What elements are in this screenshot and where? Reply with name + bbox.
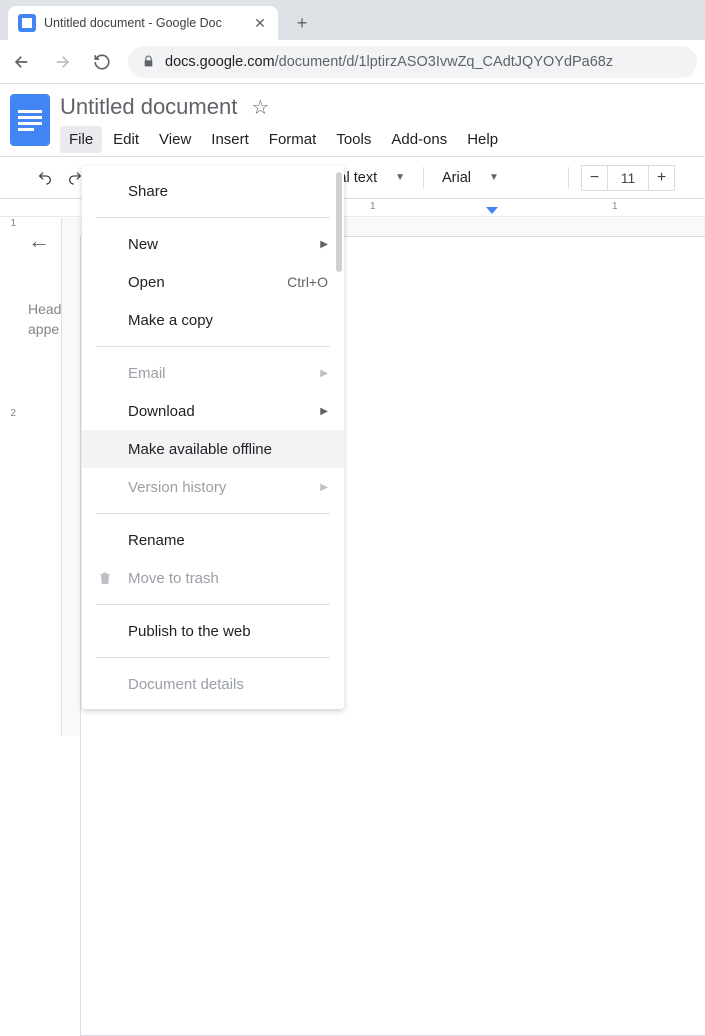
undo-icon xyxy=(36,170,54,186)
menu-item-version-history[interactable]: Version history▶ xyxy=(82,468,344,506)
chevron-down-icon: ▼ xyxy=(489,172,499,183)
menu-edit[interactable]: Edit xyxy=(104,126,148,153)
separator xyxy=(96,346,330,347)
font-size-value[interactable]: 11 xyxy=(608,170,648,186)
ruler-mark: 1 xyxy=(370,201,376,212)
menu-item-rename[interactable]: Rename xyxy=(82,521,344,559)
close-icon[interactable]: ✕ xyxy=(252,15,268,31)
doc-title[interactable]: Untitled document xyxy=(60,94,237,120)
chevron-down-icon: ▼ xyxy=(395,172,405,183)
vruler-mark xyxy=(0,313,16,408)
reload-button[interactable] xyxy=(88,48,116,76)
url-text: docs.google.com/document/d/1lptirzASO3Iv… xyxy=(165,54,613,70)
address-bar[interactable]: docs.google.com/document/d/1lptirzASO3Iv… xyxy=(128,46,697,78)
chevron-right-icon: ▶ xyxy=(320,239,328,250)
font-size-increase-button[interactable]: + xyxy=(648,166,674,190)
arrow-right-icon xyxy=(53,53,71,71)
menu-item-make-offline[interactable]: Make available offline xyxy=(82,430,344,468)
forward-button[interactable] xyxy=(48,48,76,76)
font-label: Arial xyxy=(442,170,471,186)
file-menu-dropdown: Share New▶ OpenCtrl+O Make a copy Email▶… xyxy=(82,166,344,709)
menu-bar: File Edit View Insert Format Tools Add-o… xyxy=(60,126,507,153)
font-size-decrease-button[interactable]: − xyxy=(582,166,608,190)
font-size-control: − 11 + xyxy=(581,165,675,191)
new-tab-button[interactable]: + xyxy=(288,9,316,37)
menu-file[interactable]: File xyxy=(60,126,102,153)
browser-chrome: Untitled document - Google Doc ✕ + docs.… xyxy=(0,0,705,84)
menu-item-download[interactable]: Download▶ xyxy=(82,392,344,430)
menu-help[interactable]: Help xyxy=(458,126,507,153)
docs-header: Untitled document ☆ File Edit View Inser… xyxy=(0,84,705,153)
lock-icon xyxy=(142,55,155,68)
browser-tab[interactable]: Untitled document - Google Doc ✕ xyxy=(8,6,278,40)
menu-item-make-copy[interactable]: Make a copy xyxy=(82,301,344,339)
menu-item-publish[interactable]: Publish to the web xyxy=(82,612,344,650)
shortcut-label: Ctrl+O xyxy=(287,274,328,290)
chevron-right-icon: ▶ xyxy=(320,368,328,379)
menu-view[interactable]: View xyxy=(150,126,200,153)
chevron-right-icon: ▶ xyxy=(320,482,328,493)
docs-favicon-icon xyxy=(18,14,36,32)
menu-tools[interactable]: Tools xyxy=(327,126,380,153)
tab-title: Untitled document - Google Doc xyxy=(44,16,244,30)
vruler-mark: 2 xyxy=(0,408,16,503)
ruler-mark: 1 xyxy=(612,201,618,212)
star-icon[interactable]: ☆ xyxy=(251,95,269,120)
menu-format[interactable]: Format xyxy=(260,126,326,153)
menu-insert[interactable]: Insert xyxy=(202,126,258,153)
chevron-right-icon: ▶ xyxy=(320,406,328,417)
trash-icon xyxy=(96,570,114,586)
docs-logo-icon[interactable] xyxy=(10,94,50,146)
separator xyxy=(568,167,569,189)
indent-marker-icon[interactable] xyxy=(486,207,498,214)
separator xyxy=(423,167,424,189)
vruler-mark: 1 xyxy=(0,218,16,313)
separator xyxy=(96,604,330,605)
vertical-ruler[interactable]: 1 2 xyxy=(0,218,20,736)
menu-item-doc-details[interactable]: Document details xyxy=(82,665,344,703)
outline-collapse-button[interactable]: ← xyxy=(28,228,61,254)
separator xyxy=(96,217,330,218)
font-dropdown[interactable]: Arial ▼ xyxy=(436,170,556,186)
undo-button[interactable] xyxy=(36,165,54,191)
menu-item-new[interactable]: New▶ xyxy=(82,225,344,263)
outline-placeholder: Head appe xyxy=(28,300,61,339)
separator xyxy=(96,513,330,514)
separator xyxy=(96,657,330,658)
menu-item-share[interactable]: Share xyxy=(82,172,344,210)
browser-nav-bar: docs.google.com/document/d/1lptirzASO3Iv… xyxy=(0,40,705,84)
menu-item-open[interactable]: OpenCtrl+O xyxy=(82,263,344,301)
menu-item-move-to-trash[interactable]: Move to trash xyxy=(82,559,344,597)
tab-strip: Untitled document - Google Doc ✕ + xyxy=(0,0,705,40)
menu-item-email[interactable]: Email▶ xyxy=(82,354,344,392)
arrow-left-icon xyxy=(13,53,31,71)
menu-addons[interactable]: Add-ons xyxy=(382,126,456,153)
back-button[interactable] xyxy=(8,48,36,76)
reload-icon xyxy=(93,53,111,71)
